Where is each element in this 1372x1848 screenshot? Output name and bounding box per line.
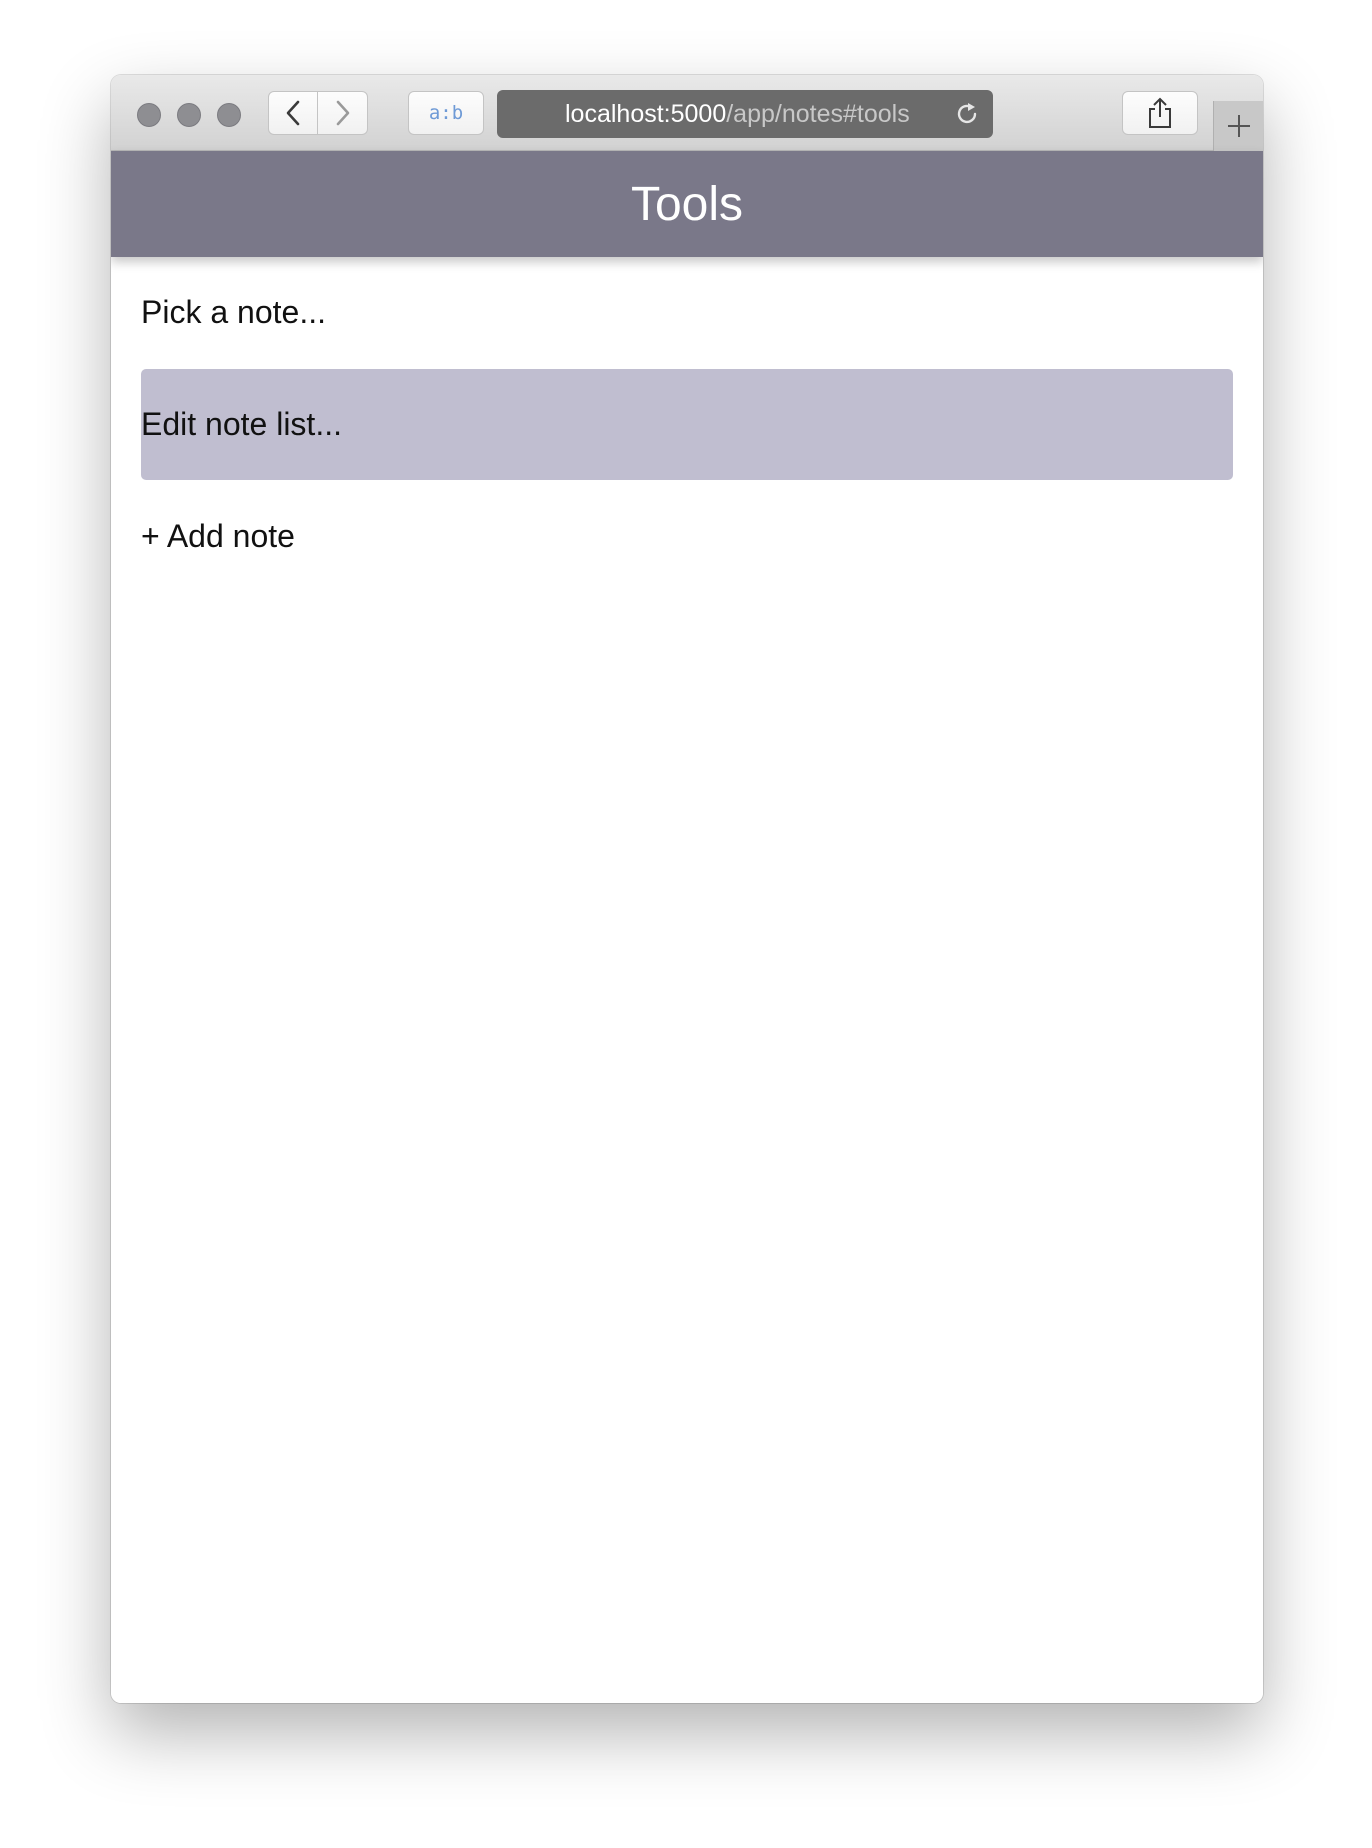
browser-window: a:b localhost:5000/app/notes#tools Tools… (111, 75, 1263, 1703)
page-title: Tools (630, 177, 744, 231)
chevron-left-icon (286, 100, 300, 126)
url-host: localhost:5000 (565, 100, 727, 128)
chevron-right-icon (336, 100, 349, 126)
back-button[interactable] (268, 91, 318, 135)
app-header: Tools (111, 151, 1263, 257)
tools-menu: Pick a note... Edit note list... + Add n… (111, 257, 1263, 1703)
share-icon (1149, 97, 1171, 128)
menu-item-add-note[interactable]: + Add note (141, 481, 1233, 592)
menu-item-label: Pick a note... (141, 294, 326, 330)
menu-item-pick-note[interactable]: Pick a note... (141, 257, 1233, 368)
minimize-window-button[interactable] (177, 103, 201, 127)
plus-icon (1227, 115, 1250, 137)
url-path: /app/notes#tools (726, 100, 910, 128)
url-text: localhost:5000/app/notes#tools (565, 90, 910, 138)
menu-item-label: Edit note list... (141, 406, 342, 442)
menu-item-label: + Add note (141, 518, 295, 554)
share-button[interactable] (1122, 91, 1198, 135)
forward-button[interactable] (318, 91, 368, 135)
reader-label: a:b (428, 102, 464, 124)
close-window-button[interactable] (137, 103, 161, 127)
new-tab-button[interactable] (1213, 101, 1263, 151)
maximize-window-button[interactable] (217, 103, 241, 127)
reload-icon[interactable] (953, 100, 981, 128)
address-bar[interactable]: localhost:5000/app/notes#tools (497, 90, 993, 138)
menu-item-edit-note-list[interactable]: Edit note list... (141, 369, 1233, 480)
browser-toolbar: a:b localhost:5000/app/notes#tools (111, 75, 1263, 151)
reader-button[interactable]: a:b (408, 91, 484, 135)
